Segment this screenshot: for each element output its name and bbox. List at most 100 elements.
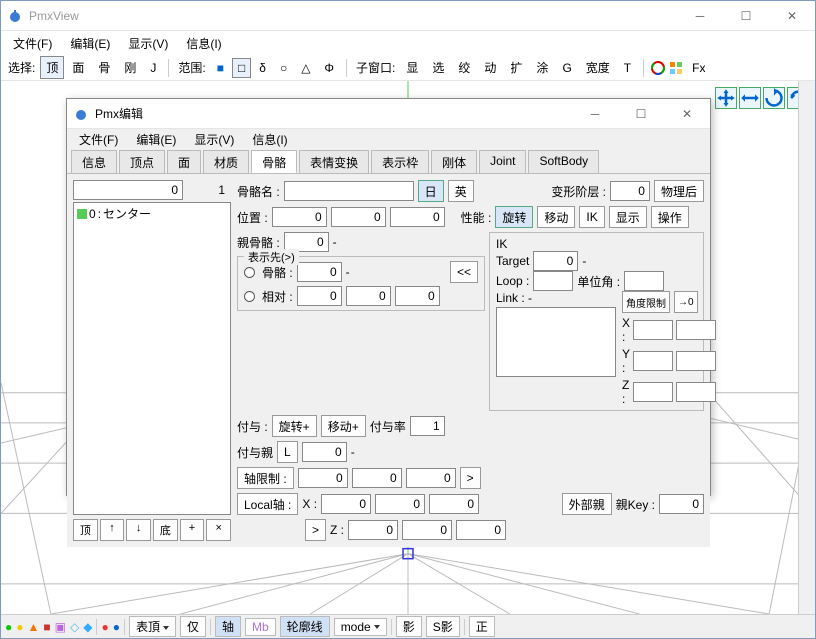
disp-prev-button[interactable]: <<: [450, 261, 478, 283]
assign-rot-button[interactable]: 旋转+: [272, 415, 317, 437]
status-mb[interactable]: Mb: [245, 618, 276, 636]
child-btn-4[interactable]: 扩: [504, 56, 528, 79]
range-btn-4[interactable]: △: [295, 58, 316, 78]
editor-menu-edit[interactable]: 编辑(E): [128, 129, 184, 150]
localz-1[interactable]: [402, 520, 452, 540]
pos-x-input[interactable]: [272, 207, 327, 227]
list-down-button[interactable]: ↓: [126, 519, 151, 541]
select-rigid[interactable]: 刚: [118, 56, 142, 79]
disp-rel-x[interactable]: [297, 286, 342, 306]
main-scrollbar[interactable]: [798, 81, 815, 614]
close-button[interactable]: ✕: [769, 1, 815, 31]
tab-material[interactable]: 材质: [203, 150, 249, 173]
ik-link-list[interactable]: [496, 307, 616, 377]
editor-titlebar[interactable]: Pmx编辑 ─ ☐ ✕: [67, 99, 710, 129]
angle-limit-button[interactable]: 角度限制: [622, 291, 670, 313]
list-bottom-button[interactable]: 底: [153, 519, 178, 541]
assign-mov-button[interactable]: 移动+: [321, 415, 366, 437]
lang-en-button[interactable]: 英: [448, 180, 474, 202]
editor-maximize-button[interactable]: ☐: [618, 99, 664, 129]
fx-button[interactable]: Fx: [686, 58, 711, 78]
bone-list[interactable]: 0 : センター: [73, 202, 231, 515]
menu-view[interactable]: 显示(V): [120, 33, 176, 54]
anglim-y1[interactable]: [633, 351, 673, 371]
pos-y-input[interactable]: [331, 207, 386, 227]
list-up-button[interactable]: ↑: [100, 519, 125, 541]
list-remove-button[interactable]: ×: [206, 519, 231, 541]
list-item[interactable]: 0 : センター: [75, 204, 229, 223]
status-xbox-icon[interactable]: ▣: [55, 620, 66, 634]
status-tri-icon[interactable]: ▲: [28, 620, 40, 634]
status-outline[interactable]: 轮廓线: [280, 616, 330, 637]
status-sshadow[interactable]: S影: [426, 616, 460, 637]
to-zero-button[interactable]: →0: [674, 291, 698, 313]
bone-name-input[interactable]: [284, 181, 414, 201]
status-dot-icon[interactable]: ●: [5, 620, 12, 634]
range-btn-2[interactable]: δ: [253, 58, 272, 78]
range-btn-1[interactable]: □: [232, 58, 251, 78]
tab-bone[interactable]: 骨骼: [251, 150, 297, 173]
parent-key-input[interactable]: [659, 494, 704, 514]
tab-vertex[interactable]: 顶点: [119, 150, 165, 173]
status-mode[interactable]: mode: [334, 618, 387, 636]
assign-rate-input[interactable]: [410, 416, 445, 436]
editor-menu-info[interactable]: 信息(I): [244, 129, 295, 150]
localz-next-button[interactable]: >: [305, 519, 326, 541]
list-add-button[interactable]: +: [180, 519, 205, 541]
status-axis[interactable]: 轴: [215, 616, 241, 637]
child-btn-3[interactable]: 动: [478, 56, 502, 79]
anglim-x2[interactable]: [676, 320, 716, 340]
range-btn-3[interactable]: ○: [274, 58, 293, 78]
disp-bone-input[interactable]: [297, 262, 342, 282]
child-btn-2[interactable]: 绞: [452, 56, 476, 79]
anglim-x1[interactable]: [633, 320, 673, 340]
status-diamond-icon[interactable]: ◆: [83, 620, 92, 634]
tab-rigid[interactable]: 刚体: [431, 150, 477, 173]
anglim-z1[interactable]: [633, 382, 673, 402]
status-shadow[interactable]: 影: [396, 616, 422, 637]
tab-softbody[interactable]: SoftBody: [528, 150, 599, 173]
status-dot-red-icon[interactable]: ●: [101, 620, 108, 634]
editor-menu-file[interactable]: 文件(F): [71, 129, 126, 150]
editor-minimize-button[interactable]: ─: [572, 99, 618, 129]
ik-target-input[interactable]: [533, 251, 578, 271]
child-btn-0[interactable]: 显: [400, 56, 424, 79]
child-btn-7[interactable]: 宽度: [580, 56, 616, 79]
color-wheel-icon[interactable]: [650, 60, 666, 76]
assign-parent-l-button[interactable]: L: [277, 441, 298, 463]
tab-morph[interactable]: 表情变换: [299, 150, 369, 173]
editor-menu-view[interactable]: 显示(V): [186, 129, 242, 150]
rotate-tool-icon[interactable]: [763, 87, 785, 109]
maximize-button[interactable]: ☐: [723, 1, 769, 31]
localx-1[interactable]: [375, 494, 425, 514]
status-plus[interactable]: 正: [469, 616, 495, 637]
status-dot2-icon[interactable]: ●: [16, 620, 23, 634]
perf-op-button[interactable]: 操作: [651, 206, 689, 228]
child-btn-1[interactable]: 选: [426, 56, 450, 79]
disp-rel-y[interactable]: [346, 286, 391, 306]
range-btn-5[interactable]: Φ: [318, 58, 340, 78]
axlim-y[interactable]: [352, 468, 402, 488]
status-surface[interactable]: 表頂: [129, 616, 176, 637]
deform-input[interactable]: [610, 181, 650, 201]
anglim-y2[interactable]: [676, 351, 716, 371]
local-axis-button[interactable]: Local轴 :: [237, 493, 298, 515]
minimize-button[interactable]: ─: [677, 1, 723, 31]
pos-z-input[interactable]: [390, 207, 445, 227]
status-jin[interactable]: 仅: [180, 616, 206, 637]
perf-rot-button[interactable]: 旋转: [495, 206, 533, 228]
tab-joint[interactable]: Joint: [479, 150, 526, 173]
menu-edit[interactable]: 编辑(E): [62, 33, 118, 54]
select-face[interactable]: 面: [66, 56, 90, 79]
perf-mov-button[interactable]: 移动: [537, 206, 575, 228]
status-dot-blue-icon[interactable]: ●: [113, 620, 120, 634]
phys-after-button[interactable]: 物理后: [654, 180, 704, 202]
status-link-icon[interactable]: ◇: [70, 620, 79, 634]
axis-limit-button[interactable]: 轴限制 :: [237, 467, 294, 489]
perf-disp-button[interactable]: 显示: [609, 206, 647, 228]
ik-unit-input[interactable]: [624, 271, 664, 291]
axis-next-button[interactable]: >: [460, 467, 481, 489]
perf-ik-button[interactable]: IK: [579, 206, 604, 228]
localx-0[interactable]: [321, 494, 371, 514]
disp-rel-radio[interactable]: [244, 291, 255, 302]
